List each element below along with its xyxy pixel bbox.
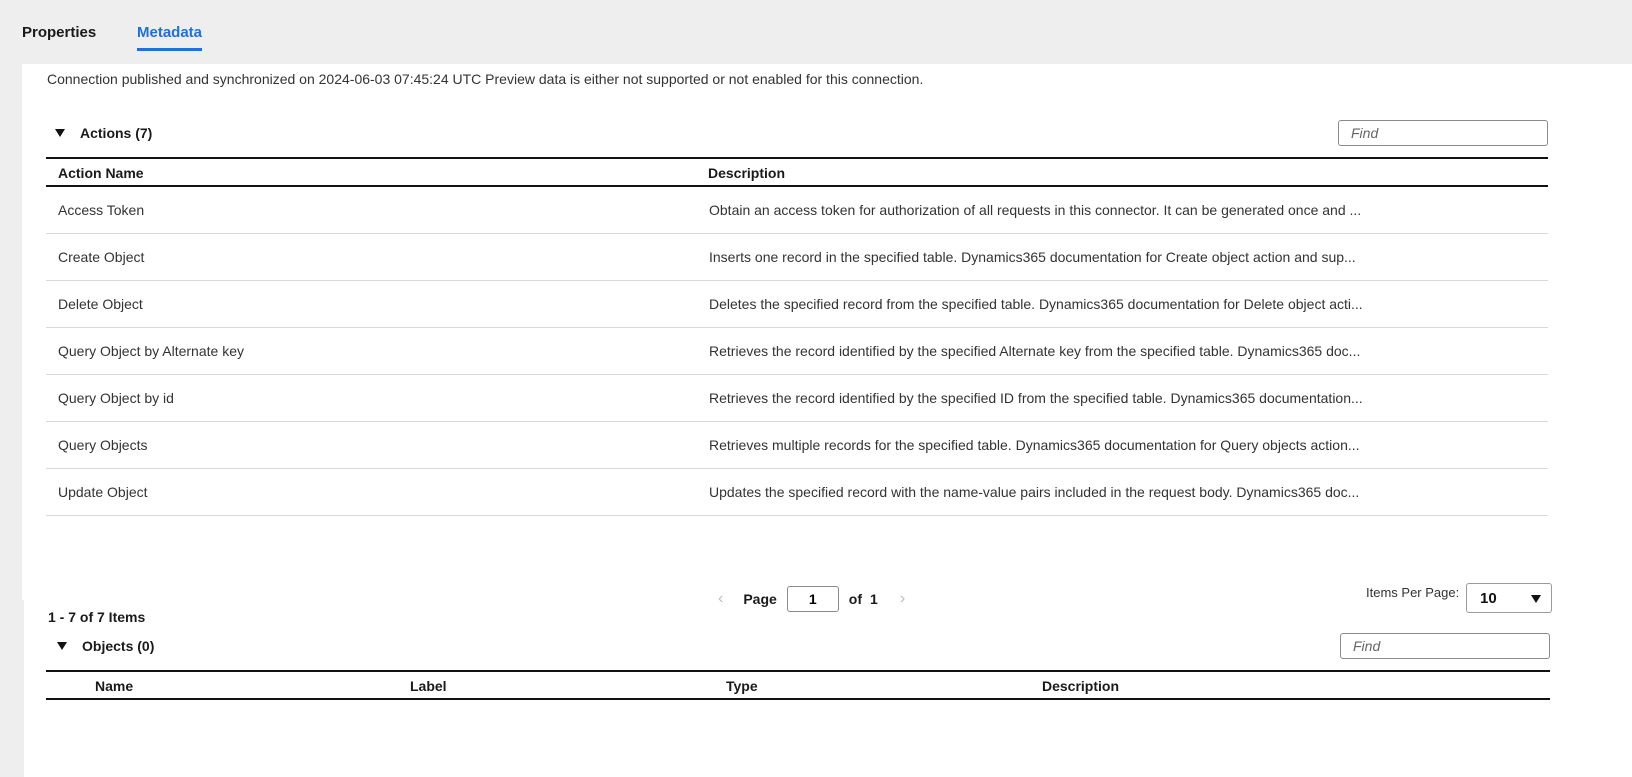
action-description-cell: Retrieves the record identified by the s… — [709, 343, 1361, 359]
chevron-left-icon[interactable]: ‹ — [718, 590, 723, 608]
items-per-page-select[interactable]: 10 — [1466, 583, 1552, 613]
items-per-page-value: 10 — [1480, 590, 1497, 607]
objects-section-title: Objects (0) — [82, 638, 155, 654]
action-description-cell: Retrieves multiple records for the speci… — [709, 437, 1360, 453]
tab-properties[interactable]: Properties — [22, 24, 96, 48]
action-description-cell: Obtain an access token for authorization… — [709, 202, 1362, 218]
action-description-cell: Deletes the specified record from the sp… — [709, 296, 1363, 312]
column-header-type[interactable]: Type — [726, 678, 758, 694]
actions-section-toggle[interactable]: Actions (7) — [55, 125, 152, 141]
table-row[interactable]: Query Objects Retrieves multiple records … — [46, 422, 1548, 469]
actions-table-body: Access Token Obtain an access token for a… — [46, 187, 1548, 516]
action-name-cell: Query Object by id — [58, 390, 174, 406]
table-row[interactable]: Create Object Inserts one record in the s… — [46, 234, 1548, 281]
pagination-count: 1 - 7 of 7 Items — [48, 609, 146, 625]
chevron-right-icon[interactable]: › — [900, 590, 905, 608]
sync-status-message: Connection published and synchronized on… — [47, 71, 924, 87]
total-pages: 1 — [870, 591, 878, 607]
table-row[interactable]: Query Object by Alternate key Retrieves t… — [46, 328, 1548, 375]
actions-section-title: Actions (7) — [80, 125, 153, 141]
tab-metadata[interactable]: Metadata — [137, 24, 203, 51]
page-number-input[interactable] — [786, 586, 839, 612]
table-row[interactable]: Update Object Updates the specified recor… — [46, 469, 1548, 516]
collapse-triangle-icon — [57, 642, 67, 650]
objects-table: Name Label Type Description — [46, 670, 1550, 700]
table-row[interactable]: Delete Object Deletes the specified recor… — [46, 281, 1548, 328]
action-description-cell: Retrieves the record identified by the s… — [709, 390, 1363, 406]
column-header-description[interactable]: Description — [1042, 678, 1119, 694]
column-header-name[interactable]: Name — [95, 678, 133, 694]
items-per-page-label: Items Per Page: — [1366, 585, 1460, 600]
action-name-cell: Create Object — [58, 249, 145, 265]
column-header-description[interactable]: Description — [708, 165, 785, 181]
objects-section-toggle[interactable]: Objects (0) — [57, 638, 154, 654]
action-name-cell: Update Object — [58, 484, 148, 500]
actions-find-input[interactable] — [1338, 120, 1548, 146]
page-label: Page — [743, 591, 777, 607]
action-name-cell: Delete Object — [58, 296, 143, 312]
dropdown-arrow-icon — [1531, 595, 1541, 603]
collapse-triangle-icon — [55, 129, 65, 137]
action-name-cell: Query Objects — [58, 437, 148, 453]
actions-table: Action Name Description Access Token Obta… — [46, 157, 1548, 516]
table-row[interactable]: Query Object by id Retrieves the record i… — [46, 375, 1548, 422]
of-label: of — [848, 591, 863, 607]
action-name-cell: Query Object by Alternate key — [58, 343, 244, 359]
tab-bar: Properties Metadata — [0, 0, 1632, 64]
table-row[interactable]: Access Token Obtain an access token for a… — [46, 187, 1548, 234]
action-description-cell: Inserts one record in the specified tabl… — [709, 249, 1356, 265]
action-description-cell: Updates the specified record with the na… — [709, 484, 1360, 500]
action-name-cell: Access Token — [58, 202, 145, 218]
objects-find-input[interactable] — [1340, 633, 1550, 659]
actions-table-header: Action Name Description — [46, 157, 1548, 187]
objects-table-header: Name Label Type Description — [46, 670, 1550, 700]
column-header-label[interactable]: Label — [410, 678, 447, 694]
pagination-controls: ‹ Page of 1 › — [718, 584, 905, 614]
column-header-action-name[interactable]: Action Name — [58, 165, 144, 181]
